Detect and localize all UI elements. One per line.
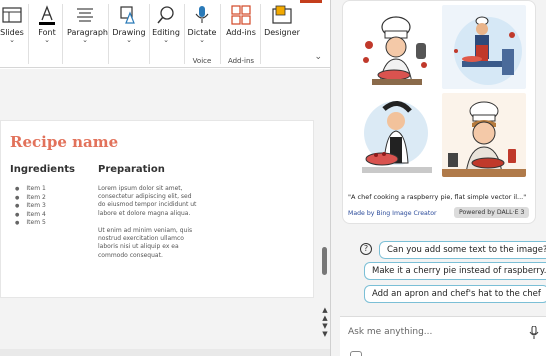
add-ins-button[interactable]: Add-ins [223, 4, 259, 37]
slides-label: Slides [0, 28, 24, 37]
slide-nav-arrows[interactable]: ▲ ▲ ▼ ▼ [320, 306, 330, 338]
chevron-down-icon: ⌄ [126, 36, 132, 44]
suggestion-help-icon: ? [360, 243, 372, 255]
chevron-down-icon: ⌄ [44, 36, 50, 44]
add-ins-icon [231, 5, 251, 25]
list-item: Item 5 [15, 219, 45, 228]
ribbon-collapse-chevron-icon[interactable]: ⌄ [314, 52, 322, 62]
generated-image-2[interactable] [442, 5, 526, 89]
vertical-scrollbar-thumb[interactable] [322, 247, 327, 275]
copilot-pane: "A chef cooking a raspberry pie, flat si… [340, 0, 546, 356]
horizontal-scrollbar[interactable] [0, 349, 330, 356]
image-caption: "A chef cooking a raspberry pie, flat si… [348, 193, 527, 201]
suggestion-chip-cherry-pie[interactable]: Make it a cherry pie instead of raspberr… [364, 262, 546, 280]
chef-image-icon [442, 93, 526, 177]
ask-box [340, 316, 546, 356]
slide[interactable]: Recipe name Ingredients Preparation Item… [0, 120, 314, 298]
chef-image-icon [354, 5, 438, 89]
drawing-button[interactable]: Drawing ⌄ [111, 4, 147, 44]
ribbon-accent [300, 0, 322, 3]
dictate-button[interactable]: Dictate ⌄ [184, 4, 220, 44]
drawing-icon [120, 6, 135, 24]
search-icon [157, 6, 174, 24]
generated-image-4[interactable] [442, 93, 526, 177]
preparation-paragraph[interactable]: Ut enim ad minim veniam, quis nostrud ex… [98, 227, 198, 260]
ingredients-list[interactable]: Item 1 Item 2 Item 3 Item 4 Item 5 [15, 185, 45, 228]
slide-title[interactable]: Recipe name [10, 133, 118, 151]
chevron-down-icon: ⌄ [9, 36, 15, 44]
suggestion-chip-add-text[interactable]: Can you add some text to the image? [379, 241, 546, 259]
list-item: Item 4 [15, 211, 45, 220]
generated-image-3[interactable] [354, 93, 438, 177]
ingredients-heading[interactable]: Ingredients [10, 164, 75, 175]
attachment-icon[interactable] [350, 351, 362, 356]
ribbon-separator [260, 4, 261, 64]
chef-image-icon [442, 5, 526, 89]
designer-button[interactable]: Designer [264, 4, 300, 37]
powered-by-badge: Powered by DALL·E 3 [454, 207, 530, 218]
bing-image-creator-link[interactable]: Made by Bing Image Creator [348, 210, 437, 217]
ribbon-separator [62, 4, 63, 64]
preparation-heading[interactable]: Preparation [98, 164, 165, 175]
ribbon-separator [108, 4, 109, 64]
designer-label: Designer [264, 28, 300, 37]
ask-input[interactable] [348, 327, 518, 337]
generated-images-card: "A chef cooking a raspberry pie, flat si… [342, 0, 536, 224]
ribbon-separator [220, 4, 221, 64]
editing-button[interactable]: Editing ⌄ [148, 4, 184, 44]
add-ins-label: Add-ins [226, 28, 256, 37]
font-button[interactable]: Font ⌄ [29, 4, 65, 44]
slide-canvas-area: Recipe name Ingredients Preparation Item… [0, 69, 330, 356]
designer-icon [272, 5, 292, 24]
font-color-icon [39, 5, 55, 25]
ribbon-toolbar: Slides ⌄ Font ⌄ Paragraph ⌄ Drawing ⌄ Ed… [0, 0, 330, 68]
slides-button[interactable]: Slides ⌄ [0, 4, 30, 44]
paragraph-button[interactable]: Paragraph ⌄ [67, 4, 108, 44]
paragraph-icon [77, 8, 93, 22]
add-ins-group-label: Add-ins [227, 57, 255, 65]
chef-image-icon [354, 93, 438, 177]
chevron-down-icon: ⌄ [82, 36, 88, 44]
generated-image-1[interactable] [354, 5, 438, 89]
voice-group-label: Voice [192, 57, 212, 65]
suggestion-chip-apron-hat[interactable]: Add an apron and chef's hat to the chef [364, 285, 546, 303]
preparation-paragraph[interactable]: Lorem ipsum dolor sit amet, consectetur … [98, 185, 198, 218]
microphone-icon[interactable] [529, 326, 539, 340]
slides-icon [2, 7, 22, 23]
list-item: Item 3 [15, 202, 45, 211]
list-item: Item 2 [15, 194, 45, 203]
list-item: Item 1 [15, 185, 45, 194]
chevron-down-icon: ⌄ [163, 36, 169, 44]
microphone-icon [195, 6, 209, 23]
chevron-down-icon: ⌄ [199, 36, 205, 44]
